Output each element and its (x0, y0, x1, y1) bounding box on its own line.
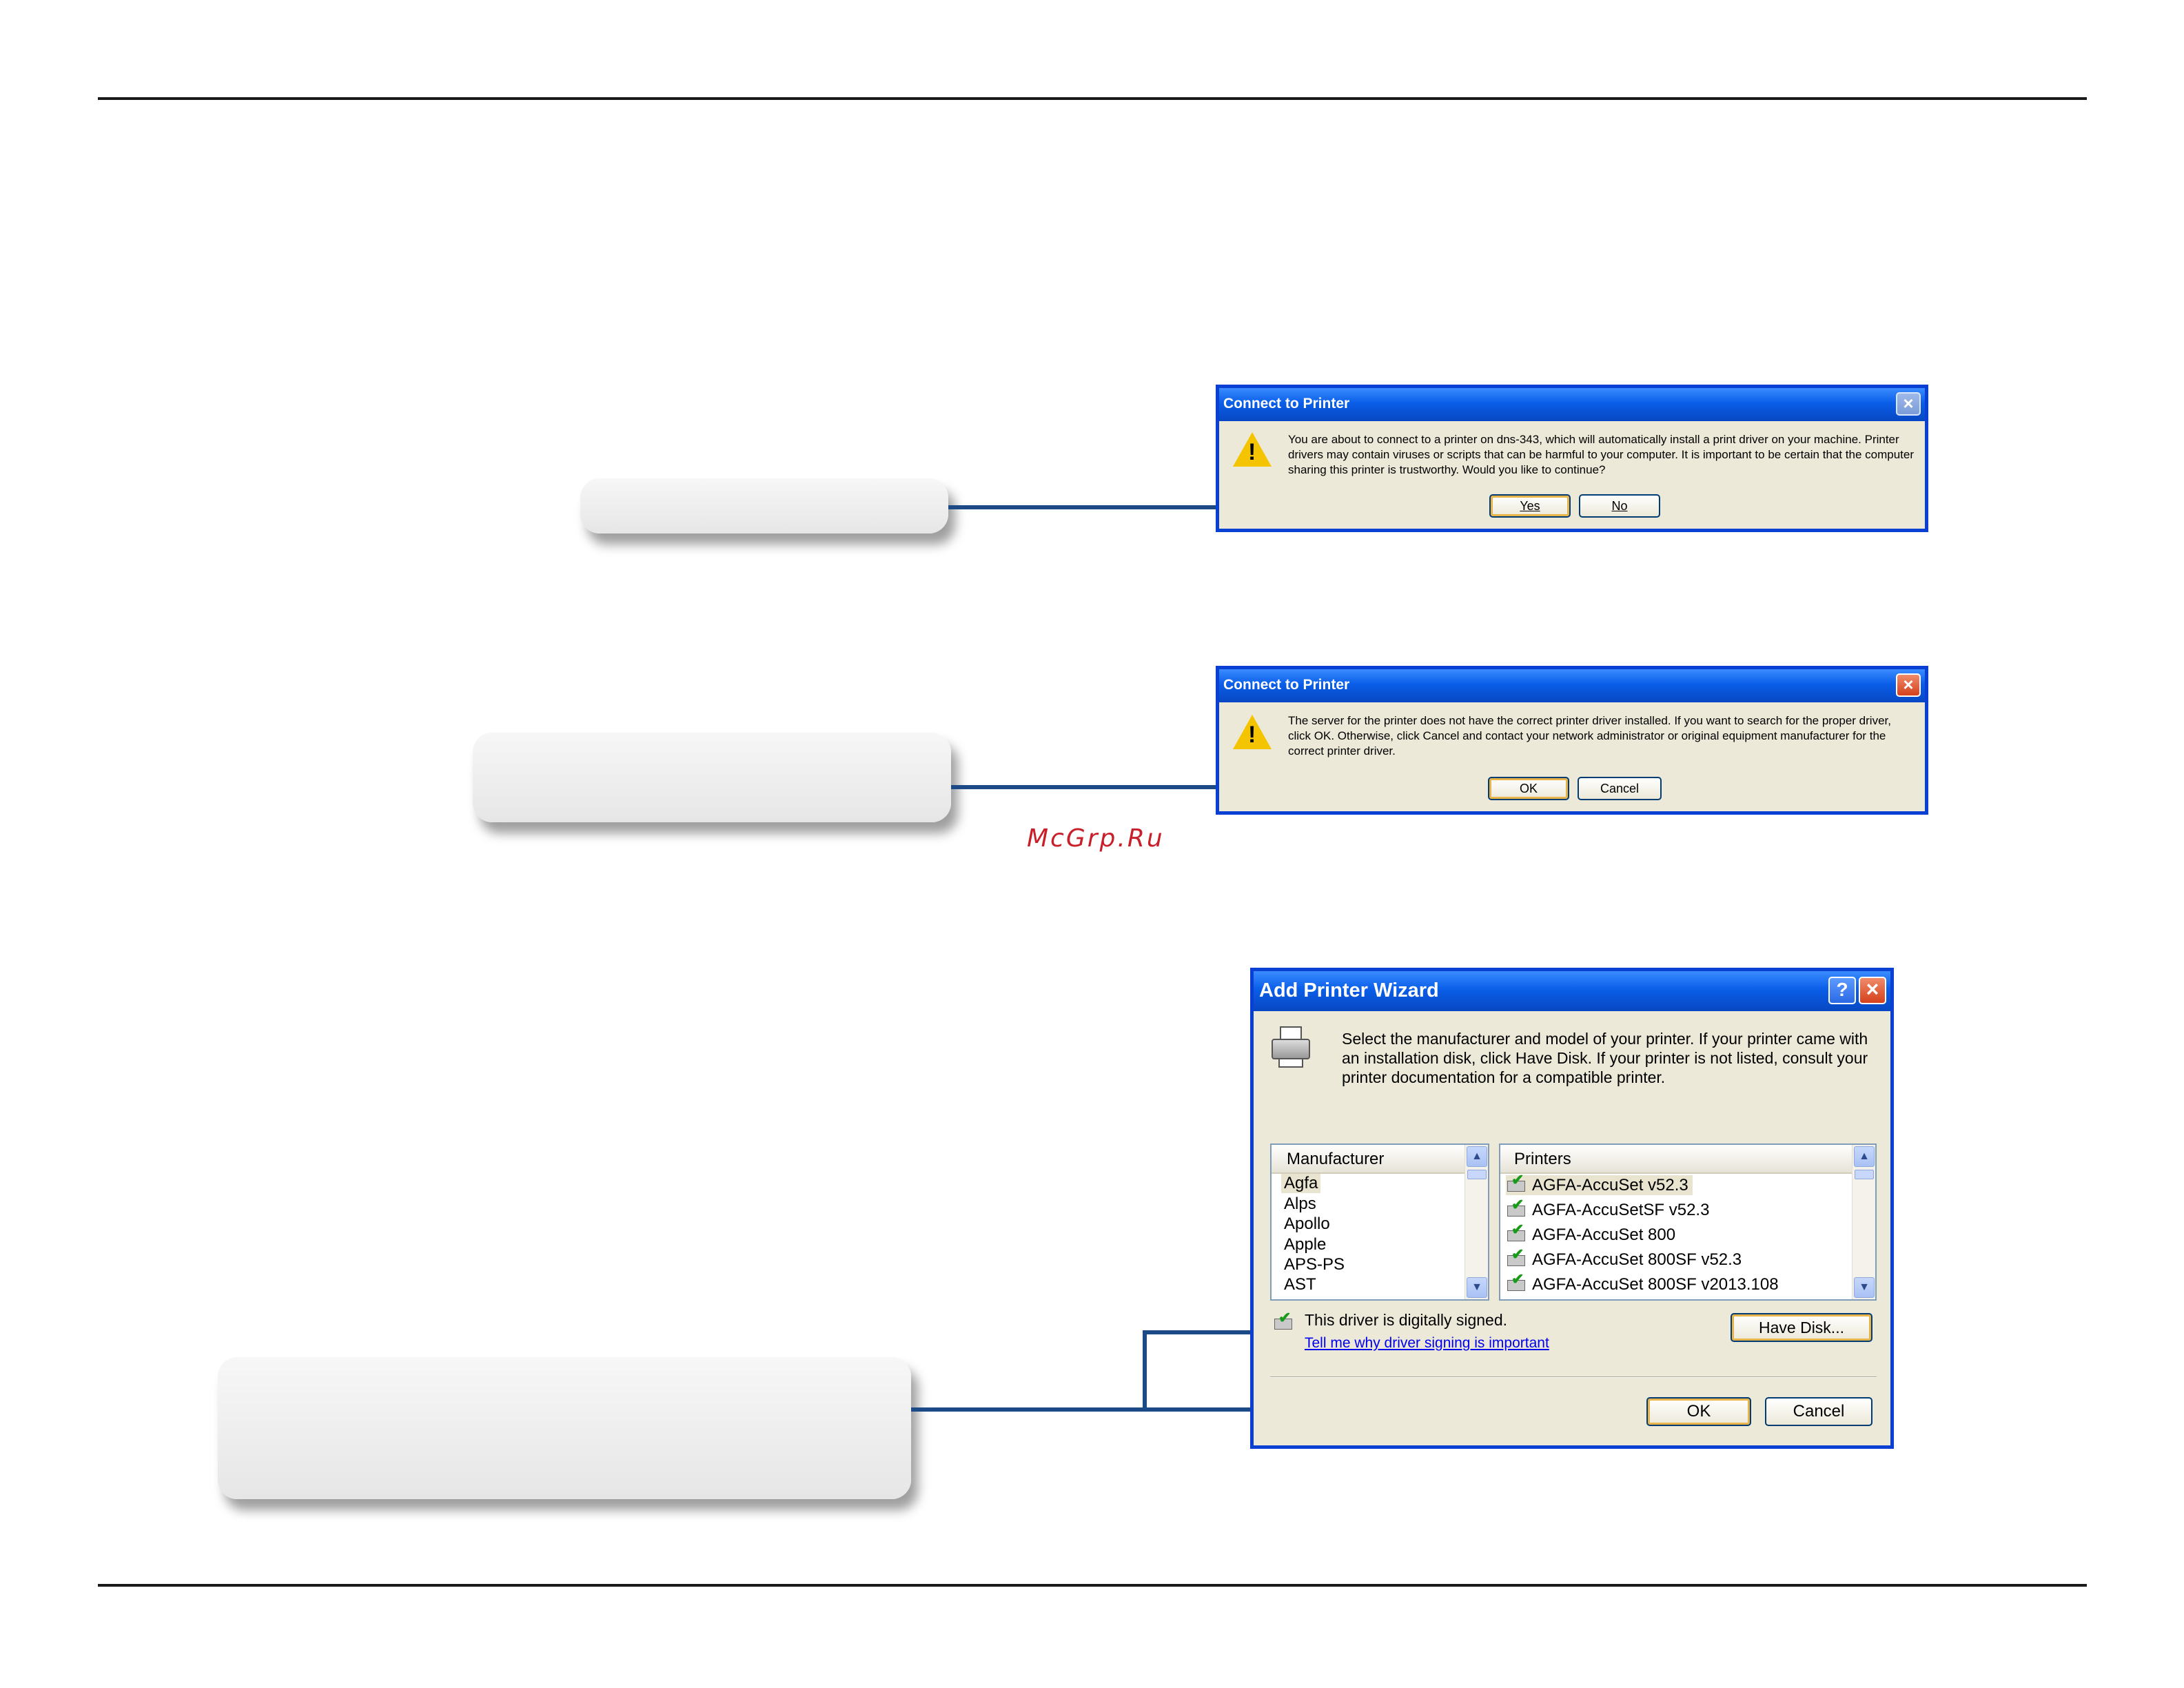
wizard-title: Add Printer Wizard (1254, 971, 1890, 1011)
manufacturer-item[interactable]: APS-PS (1284, 1255, 1345, 1274)
no-button-label: No (1611, 499, 1628, 513)
printer-item[interactable]: AGFA-AccuSet 800 (1506, 1221, 1676, 1245)
manufacturer-listbox[interactable]: Manufacturer Agfa Alps Apollo Apple APS-… (1270, 1143, 1489, 1301)
yes-button[interactable]: Yes (1489, 494, 1571, 518)
warning-icon: ! (1233, 715, 1272, 749)
printer-item[interactable]: AGFA-AccuSet 800SF v52.3 (1506, 1245, 1742, 1270)
manufacturer-item[interactable]: Apollo (1284, 1214, 1330, 1234)
wizard-instructions: Select the manufacturer and model of you… (1342, 1030, 1868, 1087)
connect-printer-dialog-2: Connect to Printer × ! The server for th… (1216, 666, 1928, 815)
dialog-1-message: You are about to connect to a printer on… (1288, 433, 1915, 477)
scroll-down-icon[interactable]: ▼ (1854, 1277, 1875, 1298)
printers-listbox[interactable]: Printers AGFA-AccuSet v52.3 AGFA-AccuSet… (1499, 1143, 1877, 1301)
signed-driver-icon (1506, 1221, 1527, 1243)
printers-scrollbar[interactable]: ▲ ▼ (1852, 1145, 1875, 1299)
yes-button-label: Yes (1520, 499, 1540, 513)
scroll-up-icon[interactable]: ▲ (1854, 1146, 1875, 1167)
dialog-2-title: Connect to Printer (1219, 669, 1925, 702)
manufacturer-item[interactable]: Apple (1284, 1235, 1326, 1254)
cancel-button[interactable]: Cancel (1578, 777, 1662, 800)
scroll-thumb[interactable] (1467, 1170, 1487, 1179)
warning-icon: ! (1233, 432, 1272, 467)
driver-signing-link[interactable]: Tell me why driver signing is important (1305, 1334, 1549, 1352)
connect-printer-dialog-1: Connect to Printer × ! You are about to … (1216, 385, 1928, 532)
printer-item-label: AGFA-AccuSet 800 (1532, 1226, 1676, 1244)
printer-item-label: AGFA-AccuSet v52.3 (1532, 1176, 1688, 1194)
printer-item[interactable]: AGFA-AccuSetSF v52.3 (1506, 1196, 1710, 1220)
no-button[interactable]: No (1579, 494, 1660, 518)
printer-item-label: AGFA-AccuSet 800SF v2013.108 (1532, 1275, 1779, 1294)
dialog-2-message: The server for the printer does not have… (1288, 714, 1891, 758)
connector-line-4-vertical (1143, 1330, 1147, 1412)
signed-text: This driver is digitally signed. (1305, 1311, 1508, 1329)
callout-box-3 (218, 1357, 911, 1499)
signed-driver-icon (1506, 1196, 1527, 1218)
callout-box-1 (580, 478, 948, 533)
add-printer-wizard-dialog: Add Printer Wizard ? × Select the manufa… (1250, 968, 1894, 1449)
manufacturer-scrollbar[interactable]: ▲ ▼ (1464, 1145, 1488, 1299)
close-icon[interactable]: × (1859, 977, 1886, 1004)
top-rule (98, 97, 2087, 100)
close-icon[interactable]: × (1896, 673, 1921, 697)
help-icon[interactable]: ? (1828, 977, 1856, 1004)
signed-driver-icon (1506, 1171, 1527, 1193)
printer-item[interactable]: AGFA-AccuSet v52.3 (1506, 1171, 1693, 1195)
scroll-up-icon[interactable]: ▲ (1467, 1146, 1487, 1167)
signed-driver-icon (1273, 1309, 1294, 1331)
scroll-down-icon[interactable]: ▼ (1467, 1277, 1487, 1298)
bottom-rule (98, 1584, 2087, 1587)
manufacturer-item[interactable]: Alps (1284, 1194, 1316, 1214)
ok-button[interactable]: OK (1646, 1397, 1751, 1426)
separator (1270, 1376, 1877, 1378)
printer-icon (1269, 1026, 1312, 1069)
close-icon[interactable]: × (1896, 392, 1921, 416)
watermark: McGrp.Ru (1027, 824, 1165, 853)
ok-button[interactable]: OK (1488, 777, 1569, 800)
manufacturer-item[interactable]: Agfa (1281, 1174, 1321, 1193)
manufacturer-item[interactable]: AST (1284, 1275, 1316, 1294)
printer-item-label: AGFA-AccuSetSF v52.3 (1532, 1201, 1710, 1219)
have-disk-button[interactable]: Have Disk... (1731, 1313, 1872, 1342)
printer-item[interactable]: AGFA-AccuSet 800SF v2013.108 (1506, 1270, 1779, 1294)
manufacturer-header: Manufacturer (1272, 1145, 1466, 1174)
callout-box-2 (473, 733, 951, 822)
printer-item-label: AGFA-AccuSet 800SF v52.3 (1532, 1250, 1742, 1269)
dialog-1-title: Connect to Printer (1219, 388, 1925, 421)
signed-driver-icon (1506, 1270, 1527, 1292)
scroll-thumb[interactable] (1855, 1170, 1874, 1179)
printers-header: Printers (1500, 1145, 1853, 1174)
cancel-button[interactable]: Cancel (1765, 1397, 1872, 1426)
signed-driver-icon (1506, 1245, 1527, 1268)
